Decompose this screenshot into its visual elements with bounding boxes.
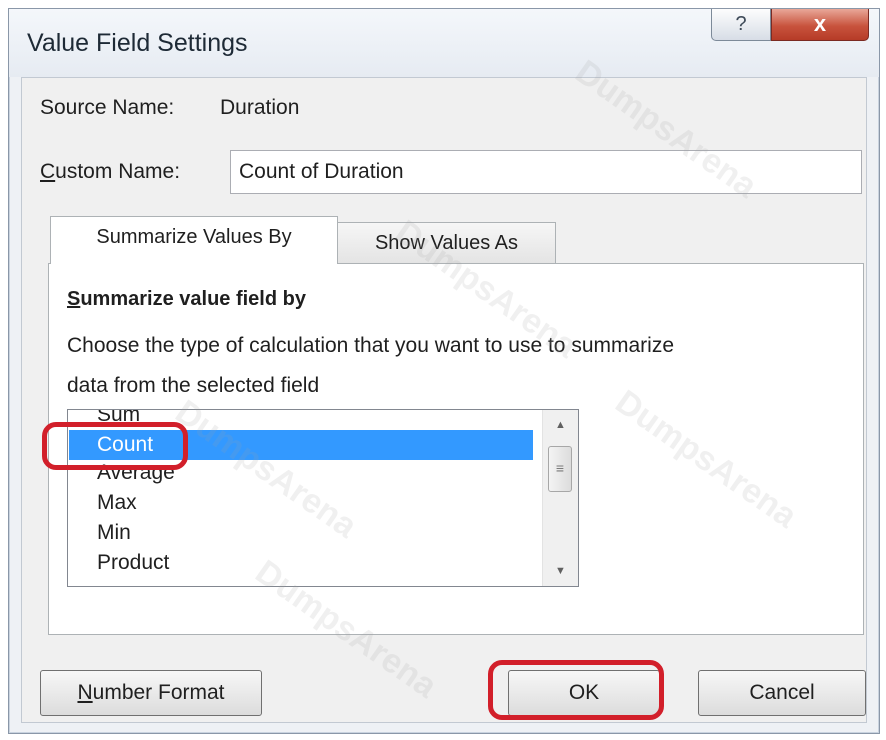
tab-show-values-as-label: Show Values As <box>374 232 519 254</box>
dialog-title: Value Field Settings <box>27 29 248 57</box>
number-format-button[interactable]: Number Format <box>40 670 262 716</box>
custom-name-input[interactable] <box>230 150 862 194</box>
scroll-down-arrow-icon[interactable]: ▼ <box>543 560 578 582</box>
tab-summarize-values-by[interactable]: Summarize Values By <box>50 216 338 264</box>
dialog-body: Source Name: Duration Custom Name: Summa… <box>21 77 867 723</box>
summarize-tab-panel: Summarize value field by Choose the type… <box>48 263 864 635</box>
scroll-up-arrow-icon[interactable]: ▲ <box>543 414 578 436</box>
summarize-heading-rest: ummarize value field by <box>80 288 306 310</box>
source-name-value: Duration <box>220 96 300 119</box>
custom-name-label: Custom Name: <box>40 160 180 184</box>
tab-show-values-as[interactable]: Show Values As <box>338 222 556 266</box>
summarize-description-line1: Choose the type of calculation that you … <box>67 334 675 357</box>
summarize-description-line2: data from the selected field <box>67 374 320 397</box>
cancel-button[interactable]: Cancel <box>698 670 866 716</box>
number-format-accelerator: N <box>77 681 93 704</box>
list-item-max[interactable]: Max <box>69 488 533 518</box>
value-field-settings-dialog: Value Field Settings ? x Source Name: Du… <box>8 8 880 734</box>
close-icon: x <box>813 11 827 36</box>
question-mark-icon: ? <box>735 13 747 35</box>
title-bar: Value Field Settings ? x <box>9 9 879 77</box>
list-item-average[interactable]: Average <box>69 458 533 488</box>
close-button[interactable]: x <box>771 9 869 41</box>
summarize-heading: Summarize value field by <box>67 288 306 311</box>
listbox-scrollbar[interactable]: ▲ ≡ ▼ <box>542 410 578 586</box>
list-item-sum[interactable]: Sum <box>69 410 533 430</box>
number-format-label: umber Format <box>92 681 225 704</box>
scroll-thumb[interactable]: ≡ <box>548 446 572 492</box>
list-item-min[interactable]: Min <box>69 518 533 548</box>
source-name-label: Source Name: <box>40 96 175 119</box>
cancel-label: Cancel <box>749 681 815 704</box>
custom-name-label-rest: ustom Name: <box>55 160 181 183</box>
calculation-listbox[interactable]: Sum Count Average Max Min Product ▲ ≡ ▼ <box>67 409 579 587</box>
summarize-heading-accelerator: S <box>67 288 81 310</box>
list-item-count[interactable]: Count <box>69 430 533 460</box>
ok-label: OK <box>568 681 600 704</box>
help-button[interactable]: ? <box>711 9 771 41</box>
tab-summarize-values-by-label: Summarize Values By <box>96 226 292 248</box>
list-item-product[interactable]: Product <box>69 548 533 578</box>
custom-name-accelerator: C <box>40 160 56 183</box>
ok-button[interactable]: OK <box>508 670 660 716</box>
